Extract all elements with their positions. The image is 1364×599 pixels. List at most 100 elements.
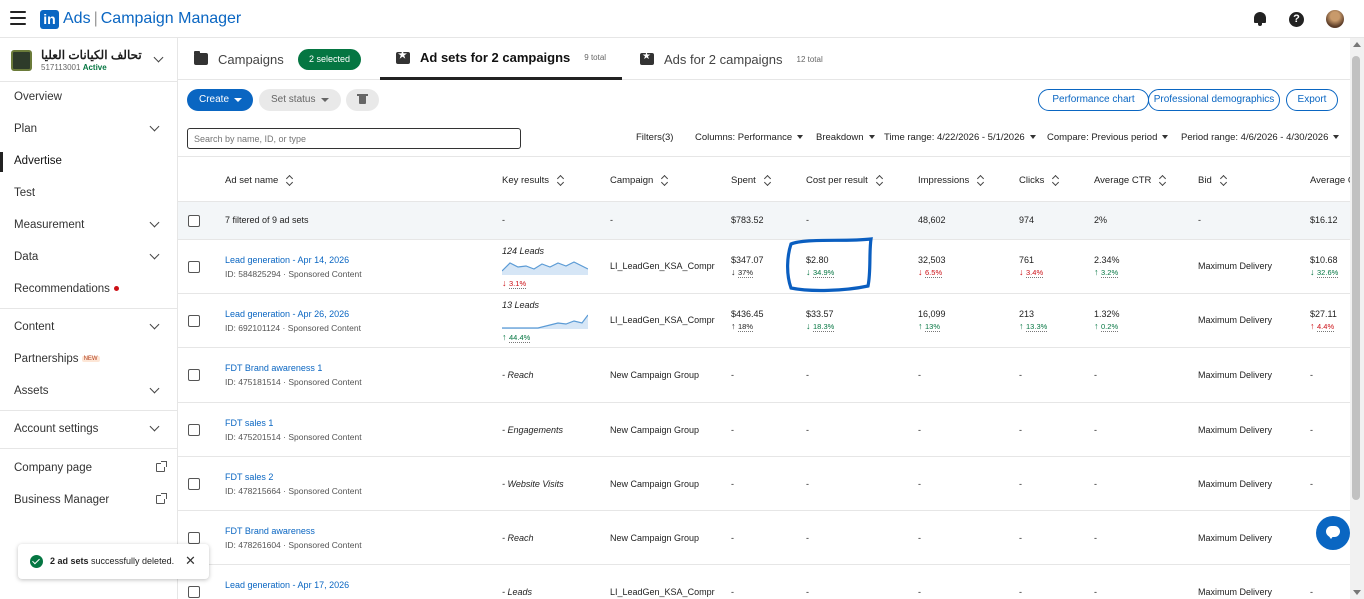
row-checkbox[interactable] [188, 424, 200, 436]
column-header-cost-per-result[interactable]: Cost per result [806, 175, 882, 186]
filters-dropdown[interactable]: Filters(3) [636, 132, 673, 143]
row-checkbox[interactable] [188, 369, 200, 381]
tab-ads[interactable]: Ads for 2 campaigns 12 total [640, 38, 823, 80]
performance-chart-button[interactable]: Performance chart [1038, 89, 1149, 111]
avatar[interactable] [1326, 10, 1344, 28]
scroll-down-arrow-icon[interactable] [1353, 590, 1361, 595]
scroll-up-arrow-icon[interactable] [1353, 42, 1361, 47]
action-toolbar: Create Set status Performance chart Prof… [178, 80, 1364, 120]
summary-spent: $783.52 [731, 215, 764, 225]
column-header-spent[interactable]: Spent [731, 175, 770, 186]
set-status-button[interactable]: Set status [259, 89, 341, 111]
spent-value: - [731, 587, 734, 597]
sidebar-item-business-manager[interactable]: Business Manager [14, 494, 164, 506]
table-row[interactable]: Lead generation - Apr 14, 2026 ID: 58482… [178, 240, 1350, 294]
sort-icon[interactable] [876, 176, 882, 184]
sidebar-item-overview[interactable]: Overview [14, 91, 164, 103]
sort-icon[interactable] [977, 176, 983, 184]
column-header-bid[interactable]: Bid [1198, 175, 1226, 186]
scrollbar-thumb[interactable] [1352, 56, 1360, 500]
ad-set-name-link[interactable]: Lead generation - Apr 26, 2026 [225, 309, 349, 319]
sidebar-item-advertise[interactable]: Advertise [14, 155, 164, 167]
table-row[interactable]: FDT sales 1 ID: 475201514 · Sponsored Co… [178, 403, 1350, 457]
select-all-checkbox[interactable] [188, 215, 200, 227]
help-icon[interactable]: ? [1289, 11, 1304, 27]
create-button[interactable]: Create [187, 89, 253, 111]
sidebar-item-measurement[interactable]: Measurement [14, 219, 164, 231]
ad-set-name-link[interactable]: FDT sales 1 [225, 418, 273, 428]
ad-set-name-link[interactable]: FDT sales 2 [225, 472, 273, 482]
table-row[interactable]: FDT Brand awareness 1 ID: 475181514 · Sp… [178, 348, 1350, 403]
ctr-value: - [1094, 533, 1097, 543]
columns-dropdown[interactable]: Columns: Performance [695, 132, 804, 143]
ad-set-icon [396, 50, 410, 64]
close-icon[interactable]: ✕ [185, 553, 196, 569]
table-row[interactable]: Lead generation - Apr 26, 2026 ID: 69210… [178, 294, 1350, 348]
toast-bold: 2 ad sets [50, 556, 89, 566]
sort-icon[interactable] [1159, 176, 1165, 184]
breakdown-dropdown[interactable]: Breakdown [816, 132, 875, 143]
average-value: - [1310, 370, 1313, 380]
period-range-dropdown[interactable]: Period range: 4/6/2026 - 4/30/2026 [1181, 132, 1340, 143]
account-switcher[interactable]: تحالف الكيانات العليا 517113001 Active [10, 48, 170, 74]
external-link-icon[interactable] [156, 461, 167, 472]
sidebar-item-partnerships[interactable]: Partnerships NEW [14, 353, 164, 365]
selected-count-pill[interactable]: 2 selected [298, 49, 362, 70]
sidebar-item-content[interactable]: Content [14, 321, 164, 333]
sort-icon[interactable] [1220, 176, 1226, 184]
campaign-name: LI_LeadGen_KSA_Compr [610, 261, 715, 271]
row-checkbox[interactable] [188, 532, 200, 544]
column-header-clicks[interactable]: Clicks [1019, 175, 1058, 186]
summary-clicks: 974 [1019, 215, 1035, 225]
chat-help-button[interactable] [1316, 516, 1350, 550]
delta-value: 3.1% [509, 279, 527, 289]
external-link-icon[interactable] [156, 493, 167, 504]
table-row[interactable]: FDT sales 2 ID: 478215664 · Sponsored Co… [178, 457, 1350, 511]
tab-ad-sets[interactable]: Ad sets for 2 campaigns 9 total [380, 38, 623, 80]
sidebar-item-company-page[interactable]: Company page [14, 462, 164, 474]
divider [0, 410, 178, 411]
search-input[interactable] [187, 128, 521, 149]
sort-icon[interactable] [764, 176, 770, 184]
sort-icon[interactable] [557, 176, 563, 184]
ad-set-name-link[interactable]: Lead generation - Apr 14, 2026 [225, 255, 349, 265]
column-header-key-results[interactable]: Key results [502, 175, 563, 186]
sidebar-item-plan[interactable]: Plan [14, 123, 164, 135]
column-header-average[interactable]: Average C [1310, 175, 1350, 186]
sort-icon[interactable] [1052, 176, 1058, 184]
row-checkbox[interactable] [188, 315, 200, 327]
row-checkbox[interactable] [188, 261, 200, 273]
sidebar-item-test[interactable]: Test [14, 187, 164, 199]
table-row[interactable]: Lead generation - Apr 17, 2026 - Leads L… [178, 565, 1350, 599]
row-checkbox[interactable] [188, 478, 200, 490]
tab-campaigns[interactable]: Campaigns [194, 38, 284, 80]
sparkline-area [502, 315, 588, 329]
sidebar-item-assets[interactable]: Assets [14, 385, 164, 397]
row-checkbox[interactable] [188, 586, 200, 598]
ad-set-name-link[interactable]: Lead generation - Apr 17, 2026 [225, 580, 349, 590]
professional-demographics-button[interactable]: Professional demographics [1148, 89, 1280, 111]
sort-icon[interactable] [286, 176, 292, 184]
delete-button[interactable] [346, 89, 379, 111]
sidebar-item-account-settings[interactable]: Account settings [14, 423, 164, 435]
summary-label: 7 filtered of 9 ad sets [225, 215, 309, 225]
column-header-impressions[interactable]: Impressions [918, 175, 983, 186]
sort-icon[interactable] [661, 176, 667, 184]
column-header-campaign[interactable]: Campaign [610, 175, 667, 186]
column-header-average-ctr[interactable]: Average CTR [1094, 175, 1165, 186]
notifications-bell-icon[interactable] [1253, 12, 1267, 26]
arrow-up-icon: ↑ [502, 332, 507, 342]
compare-dropdown[interactable]: Compare: Previous period [1047, 132, 1169, 143]
clicks-value: - [1019, 587, 1022, 597]
time-range-dropdown[interactable]: Time range: 4/22/2026 - 5/1/2026 [884, 132, 1036, 143]
linkedin-logo[interactable]: in [40, 10, 59, 29]
sidebar-item-data[interactable]: Data [14, 251, 164, 263]
ad-set-name-link[interactable]: FDT Brand awareness 1 [225, 363, 322, 373]
menu-icon[interactable] [10, 11, 26, 25]
table-row[interactable]: FDT Brand awareness ID: 478261604 · Spon… [178, 511, 1350, 565]
export-button[interactable]: Export [1286, 89, 1338, 111]
column-header-name[interactable]: Ad set name [225, 175, 292, 186]
ad-set-name-link[interactable]: FDT Brand awareness [225, 526, 315, 536]
column-label: Impressions [918, 175, 970, 186]
sidebar-item-recommendations[interactable]: Recommendations [14, 283, 164, 295]
